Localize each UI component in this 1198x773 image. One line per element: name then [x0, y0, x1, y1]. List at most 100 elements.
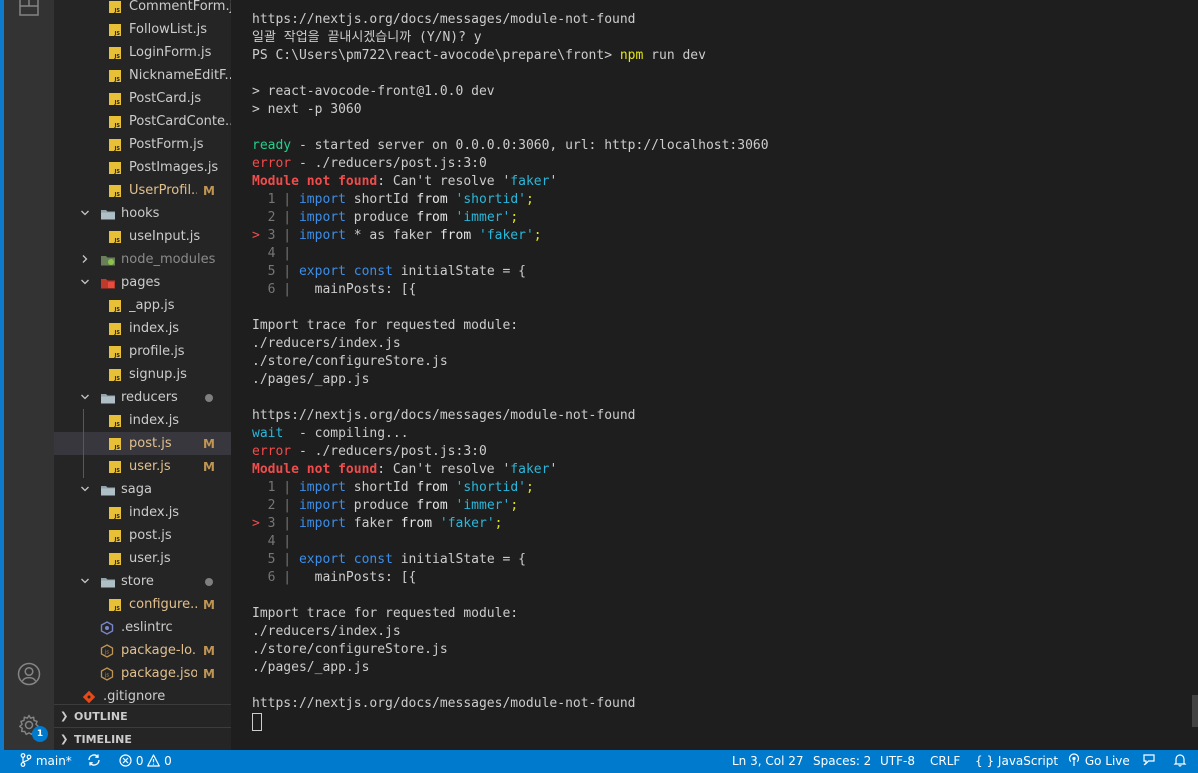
file-item[interactable]: JS PostImages.js — [54, 156, 231, 179]
problems-indicator[interactable]: 0 0 — [119, 750, 172, 773]
folder-item[interactable]: reducers — [54, 386, 231, 409]
terminal-text: 'shortid' — [455, 192, 526, 207]
folder-item[interactable]: store — [54, 570, 231, 593]
file-item[interactable]: JS _app.js — [54, 294, 231, 317]
timeline-label: TIMELINE — [74, 732, 132, 746]
file-item[interactable]: JS NicknameEditF... — [54, 64, 231, 87]
file-name: configure... — [129, 597, 197, 612]
terminal-line: 2 | import produce from 'immer'; — [252, 497, 519, 515]
terminal-text: from — [400, 516, 433, 531]
sync-icon[interactable] — [87, 750, 101, 773]
terminal-text: from — [439, 228, 472, 243]
explorer-icon[interactable] — [17, 0, 41, 18]
terminal-line: ./store/configureStore.js — [252, 353, 448, 371]
account-icon[interactable] — [17, 662, 41, 686]
terminal-scrollbar[interactable] — [1192, 695, 1198, 727]
file-item[interactable]: JS LoginForm.js — [54, 41, 231, 64]
file-item[interactable]: JS index.js — [54, 409, 231, 432]
file-item[interactable]: JS useInput.js — [54, 225, 231, 248]
file-item[interactable]: JS user.js M — [54, 455, 231, 478]
file-name: store — [121, 574, 154, 589]
file-name: signup.js — [129, 367, 187, 382]
terminal-text: import — [298, 516, 346, 531]
file-item[interactable]: js package.json M — [54, 662, 231, 685]
language-mode[interactable]: { } JavaScript — [975, 750, 1058, 773]
modified-badge: M — [203, 183, 215, 198]
folder-item[interactable]: node_modules — [54, 248, 231, 271]
terminal-text: 'shortid' — [455, 480, 526, 495]
file-name: index.js — [129, 321, 180, 336]
file-item[interactable]: JS PostForm.js — [54, 133, 231, 156]
cursor-position[interactable]: Ln 3, Col 27 — [732, 750, 804, 773]
file-item[interactable]: JS post.js M — [54, 432, 231, 455]
file-item[interactable]: JS UserProfil... M — [54, 179, 231, 202]
file-item[interactable]: JS index.js — [54, 317, 231, 340]
svg-text:JS: JS — [114, 468, 121, 474]
svg-text:JS: JS — [114, 330, 121, 336]
status-bar: main* 0 0 Ln 3, Col 27 Spaces: 2 UTF-8 C… — [0, 750, 1198, 773]
modified-badge: M — [203, 459, 215, 474]
js-file-icon: JS — [108, 184, 122, 198]
terminal-text: ' — [549, 462, 558, 477]
file-item[interactable]: JS post.js — [54, 524, 231, 547]
js-file-icon: JS — [108, 414, 122, 428]
file-item[interactable]: js package-lo... M — [54, 639, 231, 662]
file-name: CommentForm.js — [129, 0, 231, 14]
terminal-text: mainPosts: [{ — [298, 282, 417, 297]
terminal-line: ./pages/_app.js — [252, 659, 369, 677]
folder-icon — [100, 483, 115, 497]
timeline-section[interactable]: ❯ TIMELINE — [54, 727, 231, 750]
line-ending[interactable]: CRLF — [930, 750, 960, 773]
terminal-text: - ./reducers/post.js:3:0 — [291, 444, 487, 459]
encoding[interactable]: UTF-8 — [880, 750, 915, 773]
terminal-panel[interactable]: https://nextjs.org/docs/messages/module-… — [231, 0, 1198, 750]
file-item[interactable]: JS index.js — [54, 501, 231, 524]
terminal-text: - ./reducers/post.js:3:0 — [291, 156, 487, 171]
file-item[interactable]: JS CommentForm.js — [54, 0, 231, 18]
modified-badge: M — [203, 666, 215, 681]
svg-text:JS: JS — [114, 169, 121, 175]
file-item[interactable]: JS signup.js — [54, 363, 231, 386]
file-name: user.js — [129, 459, 171, 474]
svg-text:JS: JS — [114, 146, 121, 152]
file-name: NicknameEditF... — [129, 68, 231, 83]
chevron-down-icon — [80, 392, 90, 402]
terminal-text: | — [275, 210, 299, 225]
file-item[interactable]: JS PostCardConte... — [54, 110, 231, 133]
terminal-text: import — [298, 498, 346, 513]
notifications-icon[interactable] — [1173, 750, 1187, 773]
branch-indicator[interactable]: main* — [20, 750, 72, 773]
folder-item[interactable]: hooks — [54, 202, 231, 225]
git-icon — [82, 690, 96, 704]
js-file-icon: JS — [108, 0, 122, 14]
file-item[interactable]: .eslintrc — [54, 616, 231, 639]
terminal-text: | — [275, 246, 292, 261]
folder-item[interactable]: pages — [54, 271, 231, 294]
feedback-icon[interactable] — [1142, 750, 1156, 773]
modified-badge: M — [203, 643, 215, 658]
file-item[interactable]: JS configure... M — [54, 593, 231, 616]
svg-text:JS: JS — [114, 445, 121, 451]
terminal-line: error - ./reducers/post.js:3:0 — [252, 155, 487, 173]
file-item[interactable]: JS PostCard.js — [54, 87, 231, 110]
file-item[interactable]: JS user.js — [54, 547, 231, 570]
terminal-line: https://nextjs.org/docs/messages/module-… — [252, 407, 636, 425]
terminal-text: > next -p 3060 — [252, 102, 362, 117]
indentation[interactable]: Spaces: 2 — [813, 750, 871, 773]
branch-name: main* — [35, 754, 72, 768]
svg-text:JS: JS — [114, 54, 121, 60]
outline-section[interactable]: ❯ OUTLINE — [54, 704, 231, 727]
file-item[interactable]: JS FollowList.js — [54, 18, 231, 41]
file-item[interactable]: JS profile.js — [54, 340, 231, 363]
go-live-button[interactable]: Go Live — [1067, 750, 1130, 773]
folder-item[interactable]: saga — [54, 478, 231, 501]
chevron-right-icon: ❯ — [60, 710, 69, 722]
terminal-text: const — [353, 552, 393, 567]
terminal-line: 2 | import produce from 'immer'; — [252, 209, 519, 227]
terminal-text: https://nextjs.org/docs/messages/module-… — [252, 12, 636, 27]
modified-badge: M — [203, 597, 215, 612]
terminal-line: PS C:\Users\pm722\react-avocode\prepare\… — [252, 47, 706, 65]
